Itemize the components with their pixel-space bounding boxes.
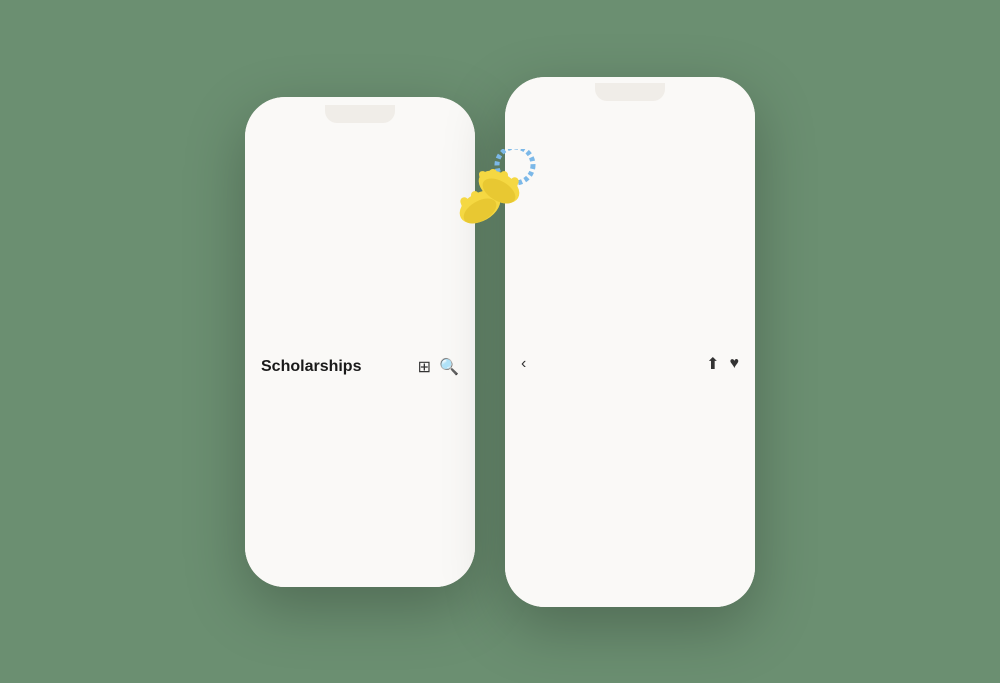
search-icon[interactable]: 🔍 — [439, 357, 459, 377]
screen-left: Scholarships ⊞ 🔍 Up to $4,800 ♥ Florida … — [245, 97, 475, 587]
heart-fill-icon[interactable]: ♥ — [730, 355, 740, 373]
page-title: Scholarships — [261, 358, 361, 376]
phones-container: Scholarships ⊞ 🔍 Up to $4,800 ♥ Florida … — [245, 77, 755, 607]
screen-right: ‹ ⬆ ♥ Up to $4,800 Florida Medallion Sch… — [505, 77, 755, 607]
phone-left: Scholarships ⊞ 🔍 Up to $4,800 ♥ Florida … — [245, 97, 475, 587]
header-icons: ⊞ 🔍 — [418, 357, 459, 377]
phone-right: ‹ ⬆ ♥ Up to $4,800 Florida Medallion Sch… — [505, 77, 755, 607]
detail-nav-bar: ‹ ⬆ ♥ — [505, 101, 755, 607]
notch-right — [595, 83, 665, 101]
nav-action-icons: ⬆ ♥ — [706, 354, 739, 374]
filter-icon[interactable]: ⊞ — [418, 357, 431, 377]
left-phone-header: Scholarships ⊞ 🔍 — [245, 123, 475, 587]
share-icon[interactable]: ⬆ — [706, 354, 719, 374]
handshake-decoration — [447, 149, 537, 234]
back-arrow-icon[interactable]: ‹ — [521, 355, 526, 373]
notch-left — [325, 105, 395, 123]
